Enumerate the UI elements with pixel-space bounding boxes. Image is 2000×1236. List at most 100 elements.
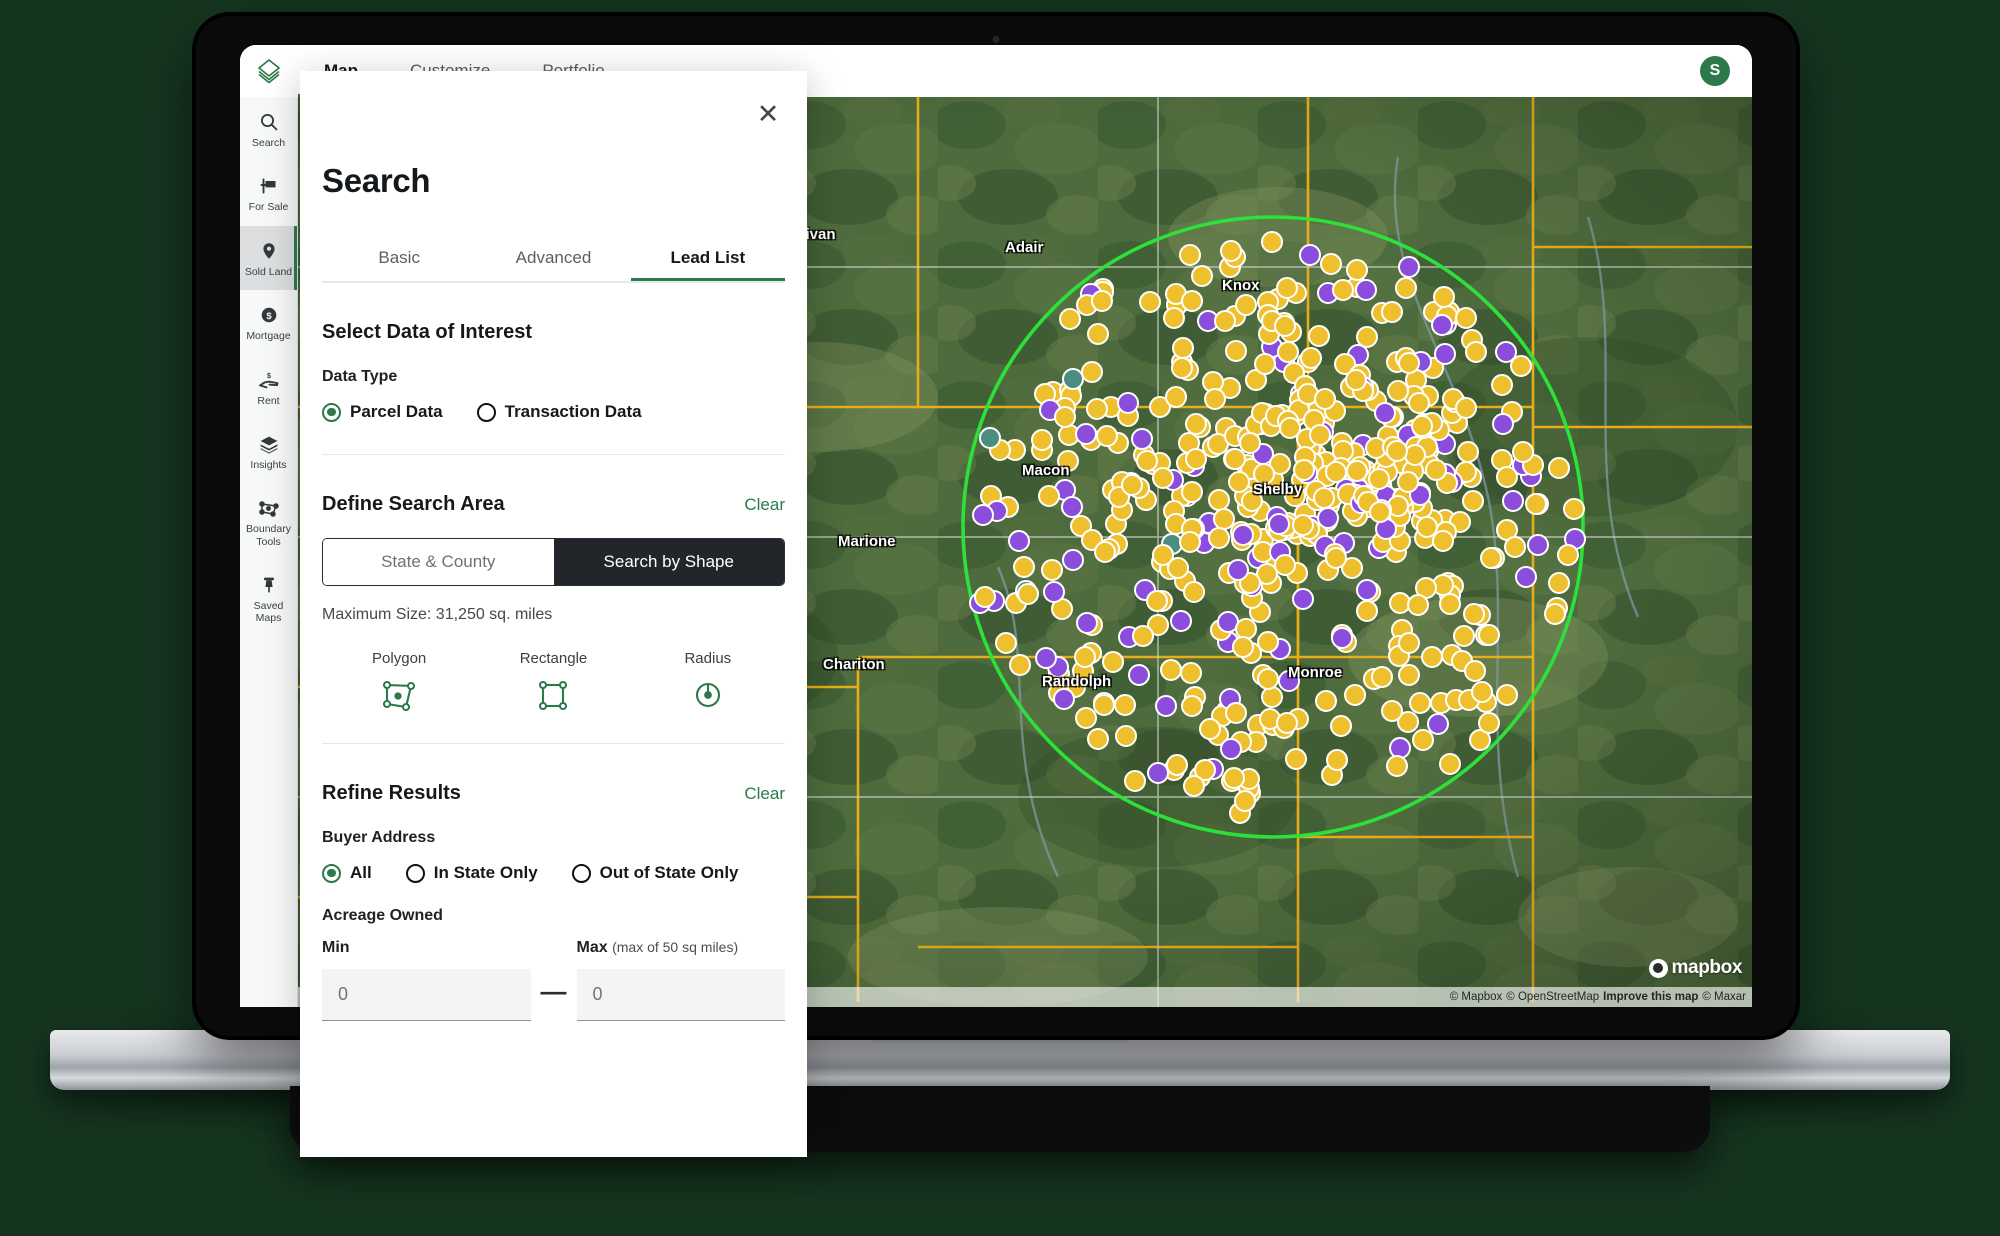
map-data-point[interactable]: [1040, 558, 1063, 581]
map-data-point[interactable]: [1075, 612, 1098, 635]
map-data-point[interactable]: [1170, 356, 1193, 379]
sidebar-item-sold-land[interactable]: Sold Land: [240, 225, 297, 291]
map-data-point[interactable]: [1547, 456, 1570, 479]
map-data-point[interactable]: [1008, 654, 1031, 677]
map-data-point[interactable]: [1232, 523, 1255, 546]
map-data-point[interactable]: [1527, 533, 1550, 556]
map-data-point[interactable]: [1034, 646, 1057, 669]
map-data-point[interactable]: [1225, 339, 1248, 362]
map-data-point[interactable]: [1319, 252, 1342, 275]
map-data-point[interactable]: [1256, 630, 1279, 653]
map-data-point[interactable]: [1511, 440, 1534, 463]
map-data-point[interactable]: [1477, 712, 1500, 735]
map-data-point[interactable]: [1292, 587, 1315, 610]
map-data-point[interactable]: [1344, 369, 1367, 392]
map-data-point[interactable]: [1385, 754, 1408, 777]
tab-advanced[interactable]: Advanced: [476, 238, 630, 281]
toggle-state-county[interactable]: State & County: [323, 539, 554, 585]
tab-basic[interactable]: Basic: [322, 238, 476, 281]
radio-buyer-all[interactable]: All: [322, 863, 372, 883]
map-data-point[interactable]: [1544, 602, 1567, 625]
map-data-point[interactable]: [1411, 728, 1434, 751]
map-data-point[interactable]: [1406, 593, 1429, 616]
shape-tool-polygon[interactable]: Polygon: [322, 650, 476, 711]
map-data-point[interactable]: [1145, 589, 1168, 612]
map-data-point[interactable]: [1471, 680, 1494, 703]
map-data-point[interactable]: [1398, 255, 1421, 278]
radio-buyer-in-state[interactable]: In State Only: [405, 863, 538, 883]
attribution-improve-link[interactable]: Improve this map: [1603, 991, 1698, 1003]
map-data-point[interactable]: [1183, 580, 1206, 603]
map-data-point[interactable]: [1114, 724, 1137, 747]
map-data-point[interactable]: [1120, 473, 1143, 496]
map-data-point[interactable]: [1407, 392, 1430, 415]
map-data-point[interactable]: [1547, 571, 1570, 594]
map-data-point[interactable]: [1291, 514, 1314, 537]
map-data-point[interactable]: [1180, 290, 1203, 313]
map-data-point[interactable]: [1495, 684, 1518, 707]
map-data-point[interactable]: [1169, 609, 1192, 632]
map-data-point[interactable]: [1480, 546, 1503, 569]
shape-tool-rectangle[interactable]: Rectangle: [476, 650, 630, 711]
map-data-point[interactable]: [1275, 711, 1298, 734]
map-data-point[interactable]: [1355, 325, 1378, 348]
radio-transaction-data[interactable]: Transaction Data: [476, 402, 642, 422]
map-data-point[interactable]: [1223, 767, 1246, 789]
map-data-point[interactable]: [1166, 753, 1189, 776]
map-data-point[interactable]: [1299, 346, 1322, 369]
map-data-point[interactable]: [1410, 415, 1433, 438]
map-data-point[interactable]: [1261, 231, 1284, 254]
map-data-point[interactable]: [1463, 602, 1486, 625]
radio-parcel-data[interactable]: Parcel Data: [322, 402, 443, 422]
map-data-point[interactable]: [1131, 624, 1154, 647]
mapbox-logo[interactable]: mapbox: [1648, 957, 1742, 979]
sidebar-item-mortgage[interactable]: $ Mortgage: [240, 290, 297, 354]
map-data-point[interactable]: [1180, 694, 1203, 717]
map-data-point[interactable]: [1313, 387, 1336, 410]
map-data-point[interactable]: [1509, 355, 1532, 378]
map-data-point[interactable]: [1562, 497, 1585, 520]
toggle-search-by-shape[interactable]: Search by Shape: [553, 539, 784, 585]
map-data-point[interactable]: [1073, 646, 1096, 669]
sidebar-item-insights[interactable]: Insights: [240, 419, 297, 483]
map-data-point[interactable]: [1074, 423, 1097, 446]
map-data-point[interactable]: [1198, 718, 1221, 741]
map-data-point[interactable]: [1356, 599, 1379, 622]
map-data-point[interactable]: [1226, 558, 1249, 581]
map-data-point[interactable]: [1397, 352, 1420, 375]
map-data-point[interactable]: [1178, 531, 1201, 554]
map-data-point[interactable]: [1325, 460, 1347, 483]
map-data-point[interactable]: [1433, 342, 1456, 365]
map-data-point[interactable]: [1061, 368, 1084, 391]
map-data-point[interactable]: [1490, 373, 1513, 396]
map-data-point[interactable]: [1086, 323, 1109, 346]
map-data-point[interactable]: [1503, 535, 1526, 558]
map-data-point[interactable]: [1136, 449, 1159, 472]
map-data-point[interactable]: [1495, 465, 1518, 488]
map-data-point[interactable]: [1123, 769, 1146, 792]
clear-search-area-button[interactable]: Clear: [744, 495, 785, 515]
sidebar-item-saved-maps[interactable]: Saved Maps: [240, 560, 297, 637]
map-data-point[interactable]: [1314, 690, 1337, 713]
map-data-point[interactable]: [1316, 506, 1339, 529]
map-data-point[interactable]: [1232, 635, 1255, 658]
map-data-point[interactable]: [1273, 315, 1296, 338]
map-data-point[interactable]: [1502, 489, 1525, 512]
map-data-point[interactable]: [1416, 515, 1439, 538]
sidebar-item-for-sale[interactable]: For Sale: [240, 161, 297, 225]
map-data-point[interactable]: [1277, 670, 1300, 693]
tab-lead-list[interactable]: Lead List: [631, 238, 785, 281]
map-data-point[interactable]: [1396, 470, 1419, 493]
map-data-point[interactable]: [1395, 276, 1418, 299]
map-data-point[interactable]: [1234, 293, 1257, 316]
map-data-point[interactable]: [1233, 789, 1256, 812]
map-data-point[interactable]: [1151, 466, 1174, 489]
map-data-point[interactable]: [1275, 276, 1298, 299]
map-data-point[interactable]: [1387, 379, 1410, 402]
map-data-point[interactable]: [1102, 650, 1125, 673]
map-data-point[interactable]: [1424, 459, 1447, 482]
map-data-point[interactable]: [1299, 243, 1322, 266]
avatar[interactable]: S: [1700, 56, 1730, 86]
map-data-point[interactable]: [1252, 462, 1275, 485]
acreage-min-input[interactable]: [322, 969, 531, 1021]
